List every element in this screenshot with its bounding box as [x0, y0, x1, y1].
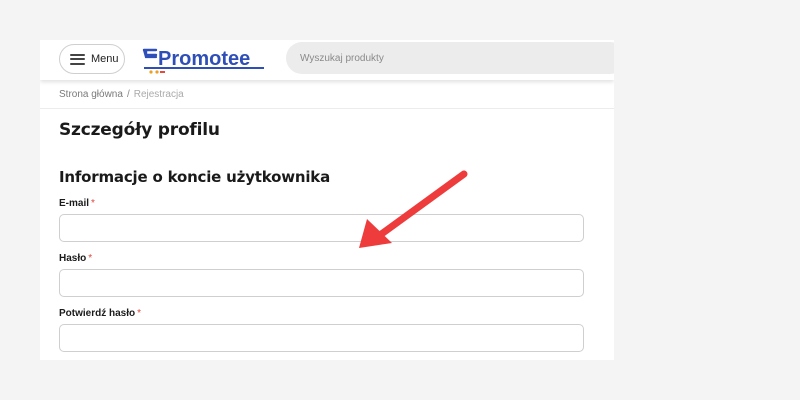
email-field[interactable]	[59, 214, 584, 242]
search-input[interactable]	[286, 42, 614, 74]
promotee-logo[interactable]: Promotee	[142, 45, 266, 75]
section-title: Informacje o koncie użytkownika	[59, 168, 330, 186]
page-title: Szczegóły profilu	[59, 120, 220, 140]
email-label-text: E-mail	[59, 198, 90, 209]
cart-logo-icon: Promotee	[142, 48, 264, 74]
password-label-text: Hasło	[59, 253, 87, 264]
menu-button-label: Menu	[91, 53, 119, 65]
hamburger-icon	[70, 53, 85, 65]
password-field[interactable]	[59, 269, 584, 297]
breadcrumb-current: Rejestracja	[133, 89, 184, 100]
page-frame: Menu Promotee Strona główna / Rejestracj…	[40, 40, 614, 360]
divider	[40, 108, 614, 109]
confirm-password-label: Potwierdź hasło *	[59, 308, 141, 319]
logo-text: Promotee	[158, 48, 250, 70]
confirm-password-field[interactable]	[59, 324, 584, 352]
breadcrumb: Strona główna / Rejestracja	[59, 89, 184, 100]
red-arrow-icon	[359, 170, 468, 248]
password-label: Hasło *	[59, 253, 92, 264]
site-header: Menu Promotee	[40, 40, 614, 80]
required-marker: *	[88, 253, 93, 264]
breadcrumb-home-link[interactable]: Strona główna	[59, 89, 123, 100]
email-label: E-mail *	[59, 198, 95, 209]
required-marker: *	[137, 308, 142, 319]
required-marker: *	[91, 198, 95, 209]
menu-button[interactable]: Menu	[59, 44, 125, 74]
breadcrumb-separator: /	[126, 89, 130, 100]
confirm-password-label-text: Potwierdź hasło	[59, 308, 136, 319]
